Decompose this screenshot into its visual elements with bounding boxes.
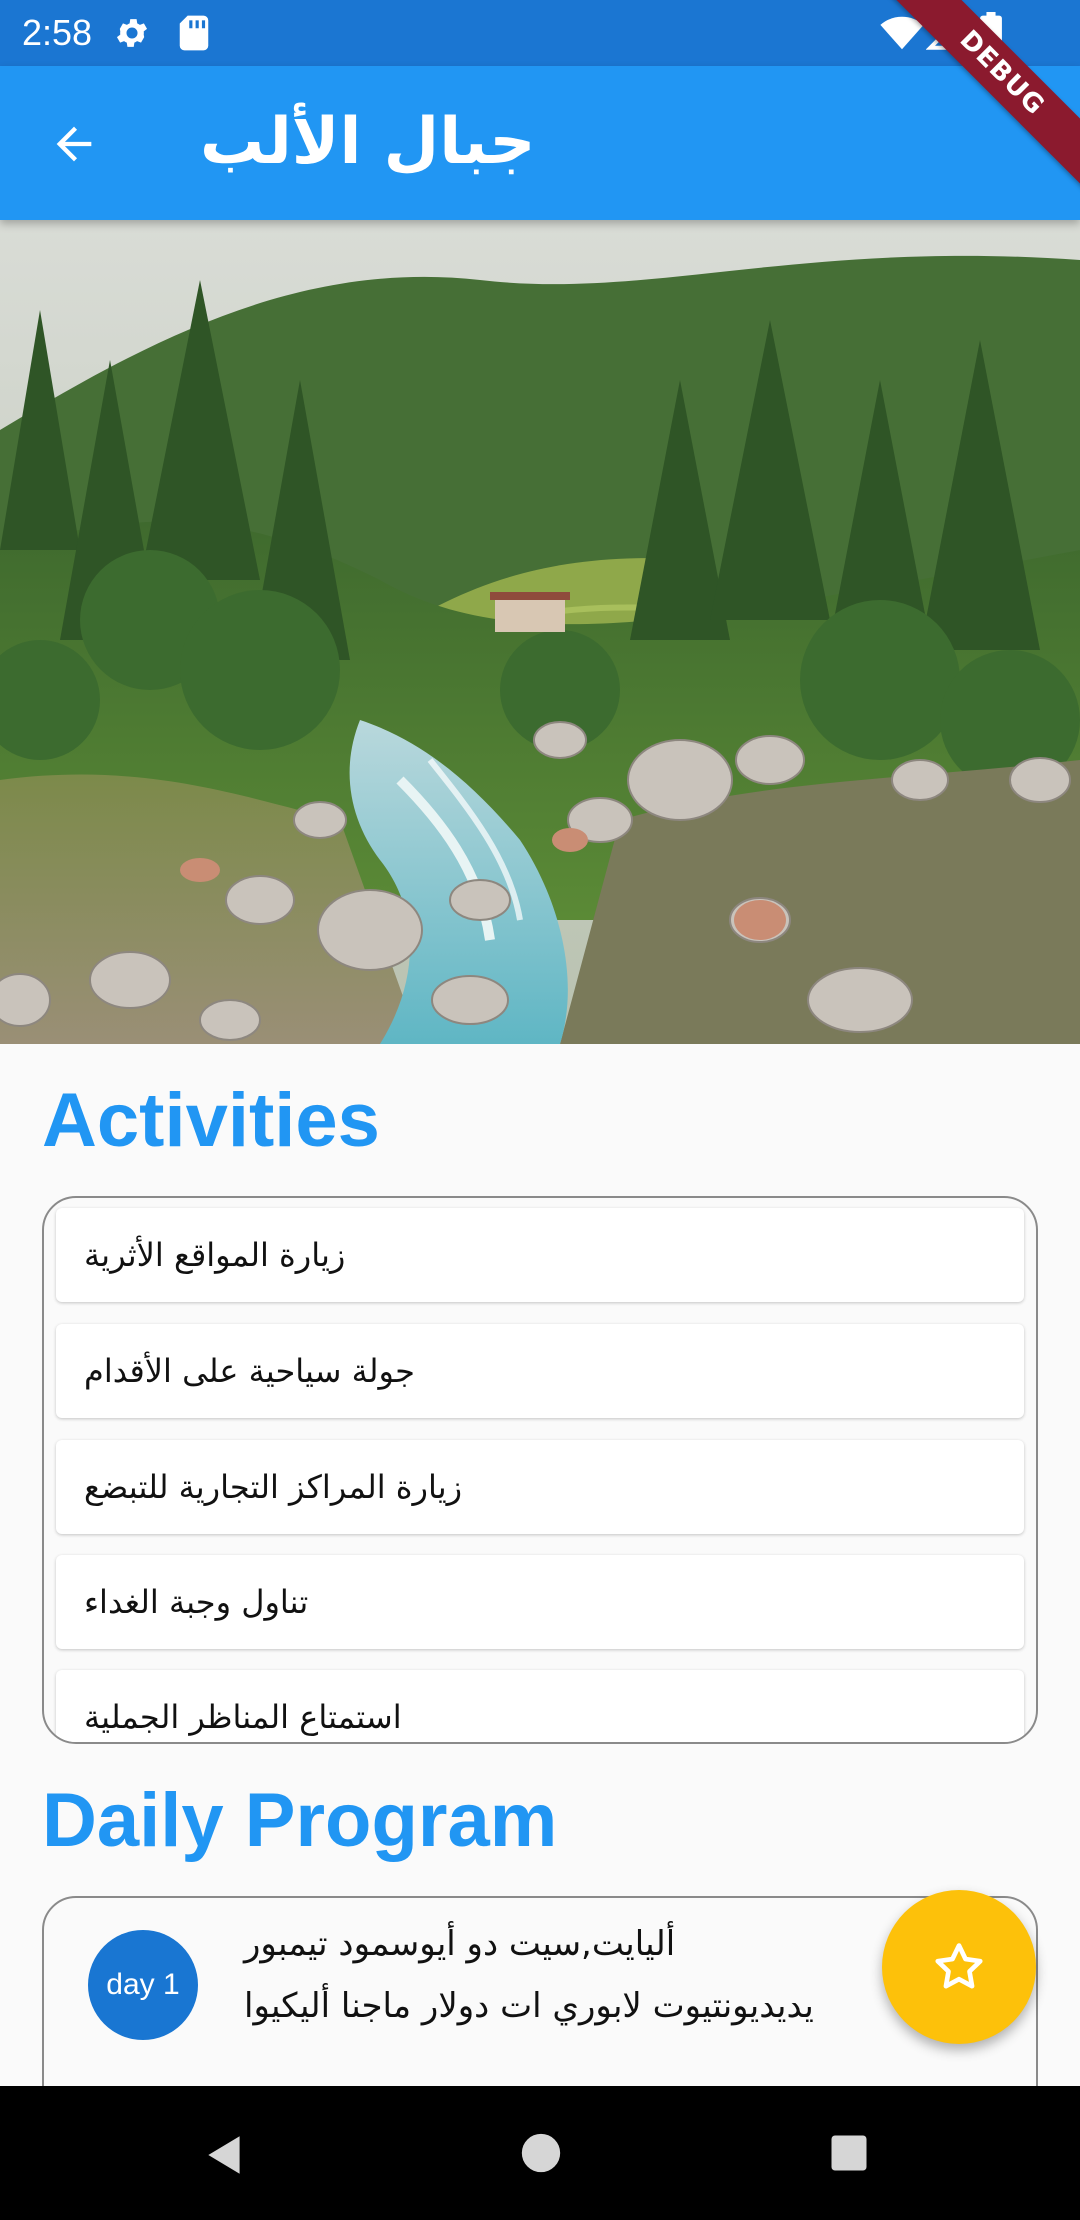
favorite-fab-button[interactable] — [882, 1890, 1036, 2044]
gear-icon — [116, 19, 148, 47]
app-bar: جبال الألب — [0, 66, 1080, 220]
arrow-back-icon — [56, 126, 92, 162]
list-item-label: زيارة المراكز التجارية للتبضع — [84, 1468, 463, 1506]
list-item[interactable]: تناول وجبة الغداء — [56, 1555, 1024, 1649]
activities-heading: Activities — [42, 1078, 380, 1163]
activities-list[interactable]: زيارة المواقع الأثرية جولة سياحية على ال… — [42, 1196, 1038, 1744]
day-badge: day 1 — [88, 1930, 198, 2040]
battery-icon — [980, 12, 1002, 52]
day-description-line-1: أليايت,سيت دو أيوسمود تيمبور — [244, 1924, 676, 1964]
day-description-line-2: يديديونتيوت لابوري ات دولار ماجنا أليكيو… — [244, 1986, 814, 2026]
hero-image — [0, 220, 1080, 1044]
nav-home-icon[interactable] — [518, 2130, 564, 2176]
status-bar: 2:58 — [0, 0, 1080, 66]
screen: 2:58 جبال الألب DEBUG Activities زيارة ا… — [0, 0, 1080, 2220]
signal-icon — [926, 15, 962, 50]
status-time: 2:58 — [22, 12, 93, 53]
list-item-label: جولة سياحية على الأقدام — [84, 1352, 415, 1390]
daily-program-heading: Daily Program — [42, 1778, 558, 1863]
list-item-label: زيارة المواقع الأثرية — [84, 1236, 346, 1274]
list-item[interactable]: زيارة المواقع الأثرية — [56, 1208, 1024, 1302]
mountain-river-photo — [0, 220, 1080, 1044]
list-item[interactable]: جولة سياحية على الأقدام — [56, 1324, 1024, 1418]
list-item[interactable]: زيارة المراكز التجارية للتبضع — [56, 1440, 1024, 1534]
navigation-bar — [0, 2086, 1080, 2220]
wifi-icon — [880, 16, 924, 50]
page-title: جبال الألب — [200, 105, 536, 179]
sd-card-icon — [179, 15, 209, 51]
nav-back-icon[interactable] — [200, 2130, 250, 2180]
list-item[interactable]: استمتاع المناظر الجملية — [56, 1670, 1024, 1742]
list-item-label: تناول وجبة الغداء — [84, 1583, 309, 1621]
list-item-label: استمتاع المناظر الجملية — [84, 1698, 402, 1736]
star-outline-icon — [935, 1943, 983, 1989]
nav-recents-icon[interactable] — [828, 2132, 870, 2174]
back-button[interactable] — [36, 106, 112, 182]
